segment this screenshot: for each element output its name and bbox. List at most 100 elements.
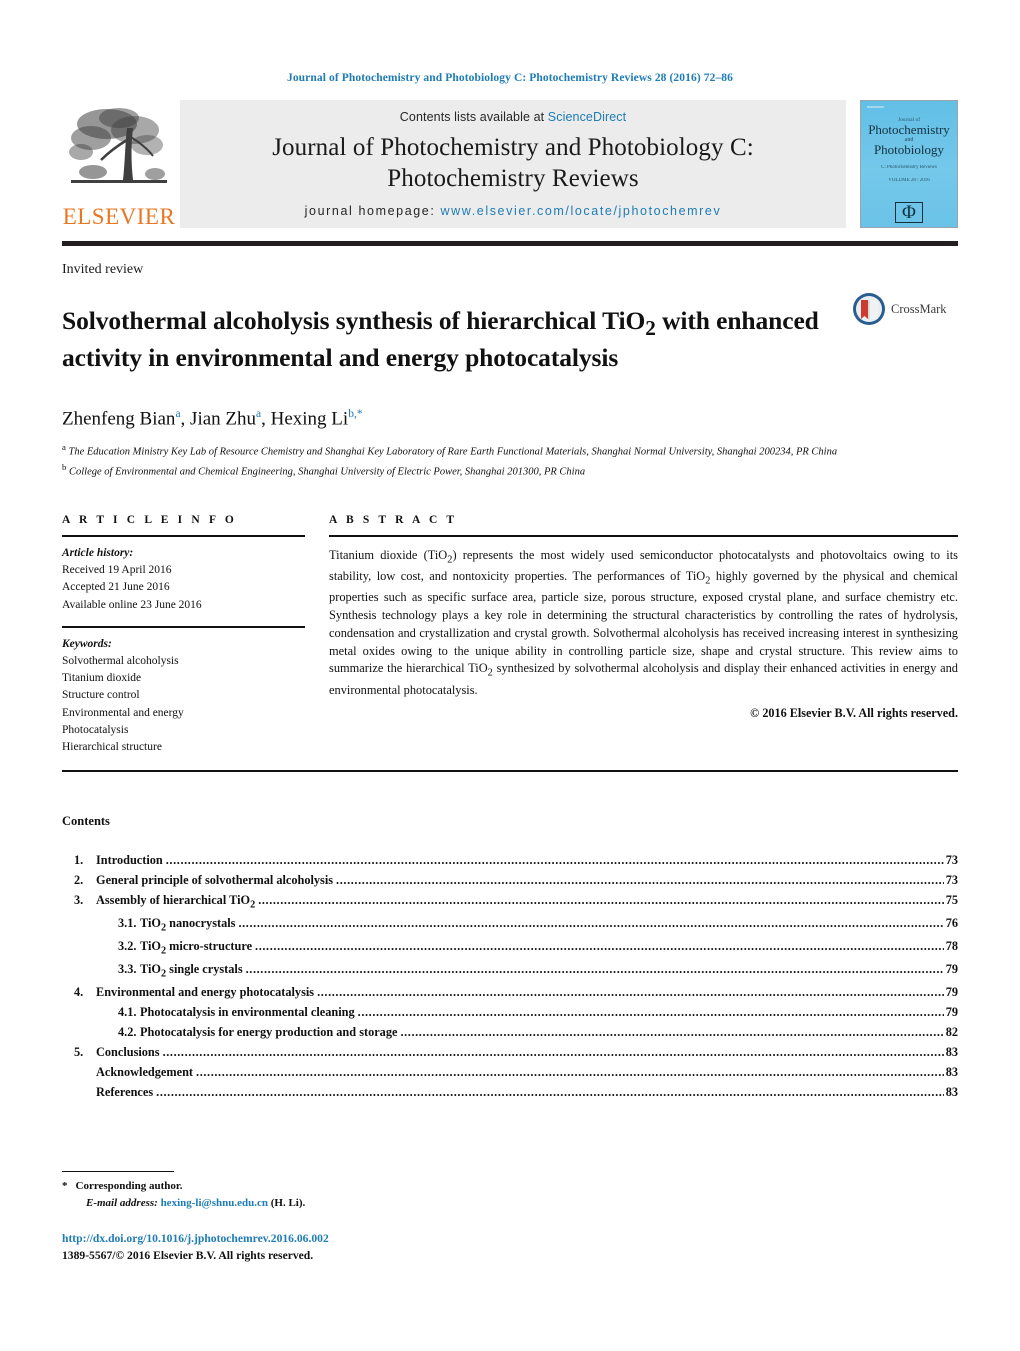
page-title: Solvothermal alcoholysis synthesis of hi… xyxy=(62,306,819,372)
affiliations: a The Education Ministry Key Lab of Reso… xyxy=(62,441,958,480)
toc-entry[interactable]: 3.1. TiO2 nanocrystals...................… xyxy=(62,914,958,937)
cover-kicker: Journal of xyxy=(897,117,921,123)
cover-subtitle: C: Photochemistry Reviews xyxy=(881,164,937,170)
article-available-online: Available online 23 June 2016 xyxy=(62,598,202,611)
toc-entry[interactable]: 3.3. TiO2 single crystals................… xyxy=(62,960,958,983)
elsevier-wordmark: ELSEVIER xyxy=(62,204,176,229)
cover-footer-text: Published for the European Photochemistr… xyxy=(864,227,953,228)
doi-link[interactable]: http://dx.doi.org/10.1016/j.jphotochemre… xyxy=(62,1231,958,1248)
journal-title: Journal of Photochemistry and Photobiolo… xyxy=(272,133,754,194)
toc-entry-label: Conclusions xyxy=(96,1044,160,1059)
article-info-rule xyxy=(62,535,305,537)
article-info-heading: A R T I C L E I N F O xyxy=(62,514,237,527)
toc-leader-dots: ........................................… xyxy=(336,873,944,888)
toc-entry-number: 3.1. xyxy=(118,916,137,931)
cover-title-2: Photobiology xyxy=(873,142,945,158)
affiliation-a: a The Education Ministry Key Lab of Reso… xyxy=(62,442,838,458)
keyword-item: Hierarchical structure xyxy=(62,741,162,754)
cover-and: and xyxy=(904,137,914,144)
toc-entry-label: Photocatalysis for energy production and… xyxy=(140,1025,398,1040)
abstract-text: Titanium dioxide (TiO2) represents the m… xyxy=(329,547,958,697)
corresponding-author-line: * Corresponding author. xyxy=(62,1178,958,1195)
keyword-item: Photocatalysis xyxy=(62,723,129,736)
toc-entry-page: 83 xyxy=(945,1044,958,1059)
cover-subtitle-2: VOLUME 28 / 2016 xyxy=(888,178,930,184)
toc-entry-label: General principle of solvothermal alcoho… xyxy=(96,873,334,888)
toc-entry-page: 83 xyxy=(945,1064,958,1079)
toc-entry[interactable]: 4.2. Photocatalysis for energy production… xyxy=(62,1023,958,1043)
toc-entry-number: 4.1. xyxy=(118,1005,137,1020)
toc-entry-label: Photocatalysis in environmental cleaning xyxy=(140,1005,355,1020)
journal-homepage-link[interactable]: www.elsevier.com/locate/jphotochemrev xyxy=(441,204,722,218)
abstract-copyright: © 2016 Elsevier B.V. All rights reserved… xyxy=(750,706,958,721)
crossmark-label: CrossMark xyxy=(891,301,947,316)
toc-entry-number: 2. xyxy=(74,873,84,888)
email-link[interactable]: hexing-li@shnu.edu.cn xyxy=(161,1197,268,1209)
toc-entry[interactable]: References..............................… xyxy=(62,1083,958,1103)
article-info-column: A R T I C L E I N F O Article history: R… xyxy=(62,514,305,756)
toc-entry[interactable]: 5. Conclusions...........................… xyxy=(62,1043,958,1063)
corresponding-author-text: Corresponding author. xyxy=(75,1180,183,1193)
footnote-rule xyxy=(62,1170,174,1173)
sciencedirect-link[interactable]: ScienceDirect xyxy=(548,110,626,124)
toc-entry-number: 4. xyxy=(74,985,84,1000)
keyword-item: Solvothermal alcoholysis xyxy=(62,654,179,667)
toc-entry-page: 83 xyxy=(945,1084,958,1099)
crossmark-badge[interactable]: CrossMark xyxy=(852,292,947,326)
journal-cover-thumbnail: Journal of Photochemistry and Photobiolo… xyxy=(860,100,958,228)
toc-entry[interactable]: 1. Introduction..........................… xyxy=(62,851,958,871)
info-abstract-columns: A R T I C L E I N F O Article history: R… xyxy=(62,514,958,756)
footnote-star: * xyxy=(62,1180,68,1193)
article-type-label: Invited review xyxy=(62,262,144,277)
toc-leader-dots: ........................................… xyxy=(245,962,944,977)
cover-elsevier-icon xyxy=(867,106,884,108)
keyword-item: Structure control xyxy=(62,689,140,702)
title-row: Solvothermal alcoholysis synthesis of hi… xyxy=(62,288,958,391)
toc-entry[interactable]: 2. General principle of solvothermal alco… xyxy=(62,871,958,891)
elsevier-tree-icon xyxy=(69,108,167,183)
toc-entry-page: 82 xyxy=(945,1025,958,1040)
toc-entry-page: 76 xyxy=(945,916,958,931)
journal-title-line-1: Journal of Photochemistry and Photobiolo… xyxy=(272,134,754,161)
toc-entry-page: 78 xyxy=(945,939,958,954)
cover-phi-logo: Φ xyxy=(895,202,923,224)
abstract-bottom-rule xyxy=(62,770,958,773)
toc-leader-dots: ........................................… xyxy=(162,1044,944,1059)
toc-entry[interactable]: 3. Assembly of hierarchical TiO2.........… xyxy=(62,891,958,914)
abstract-heading: A B S T R A C T xyxy=(329,514,458,527)
toc-entry-page: 79 xyxy=(945,985,958,1000)
contents-heading: Contents xyxy=(62,814,110,829)
toc-entry-label: Introduction xyxy=(96,853,163,868)
toc-entry[interactable]: 3.2. TiO2 micro-structure................… xyxy=(62,937,958,960)
email-label: E-mail address: xyxy=(86,1196,158,1209)
article-history-label: Article history: xyxy=(62,546,134,559)
toc-entry-number: 3.2. xyxy=(118,939,137,954)
keywords-label: Keywords: xyxy=(62,637,112,650)
toc-entry-number: 3.3. xyxy=(118,962,137,977)
toc-leader-dots: ........................................… xyxy=(238,916,944,931)
toc-entry-number: 4.2. xyxy=(118,1025,137,1040)
keywords-block: Keywords: Solvothermal alcoholysis Titan… xyxy=(62,636,305,757)
toc-entry[interactable]: 4. Environmental and energy photocatalysi… xyxy=(62,983,958,1003)
toc-entry-label: Acknowledgement xyxy=(96,1064,194,1079)
sciencedirect-banner: Contents lists available at ScienceDirec… xyxy=(180,100,846,228)
contents-available-line: Contents lists available at ScienceDirec… xyxy=(400,110,626,124)
journal-masthead: ELSEVIER Contents lists available at Sci… xyxy=(62,100,958,228)
toc-entry-page: 73 xyxy=(945,873,958,888)
toc-entry-page: 73 xyxy=(945,853,958,868)
toc-leader-dots: ........................................… xyxy=(357,1005,944,1020)
article-first-page: Journal of Photochemistry and Photobiolo… xyxy=(0,0,1020,1351)
keyword-item: Environmental and energy xyxy=(62,706,184,719)
journal-homepage-line: journal homepage: www.elsevier.com/locat… xyxy=(305,204,722,218)
journal-title-line-2: Photochemistry Reviews xyxy=(387,164,639,192)
toc-entry[interactable]: Acknowledgement.........................… xyxy=(62,1063,958,1083)
toc-entry-label: References xyxy=(96,1084,154,1099)
toc-leader-dots: ........................................… xyxy=(165,853,944,868)
table-of-contents: 1. Introduction..........................… xyxy=(62,851,958,1102)
toc-entry-label: Environmental and energy photocatalysis xyxy=(96,985,315,1000)
abstract-rule xyxy=(329,535,958,537)
toc-leader-dots: ........................................… xyxy=(400,1025,943,1040)
issn-copyright-line: 1389-5567/© 2016 Elsevier B.V. All right… xyxy=(62,1249,314,1263)
toc-entry[interactable]: 4.1. Photocatalysis in environmental clea… xyxy=(62,1003,958,1023)
masthead-bottom-rule xyxy=(62,241,958,246)
